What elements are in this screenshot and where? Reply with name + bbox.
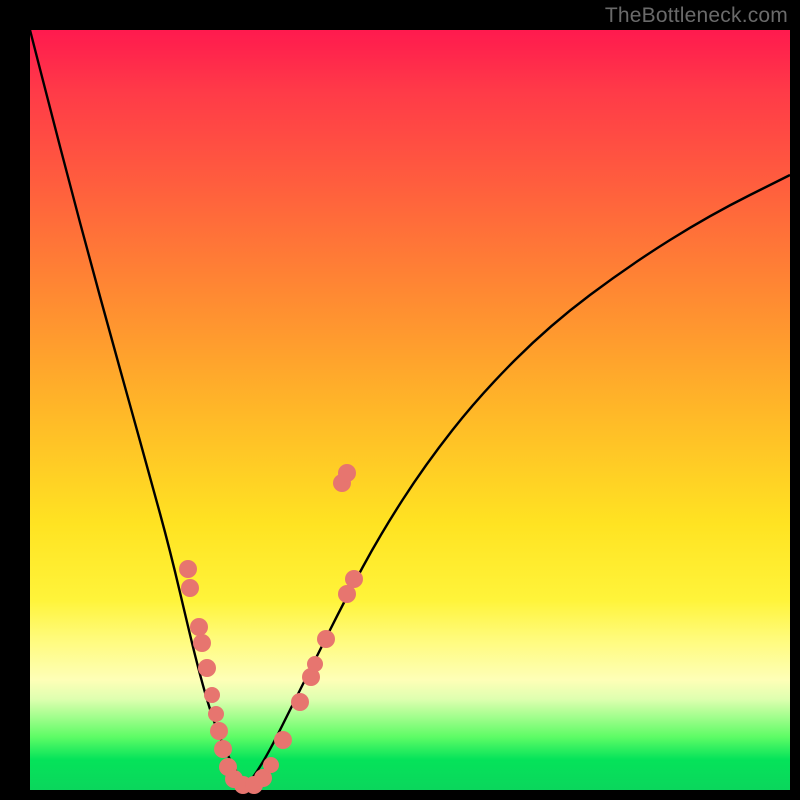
data-point: [214, 740, 232, 758]
data-point: [190, 618, 208, 636]
chart-frame: TheBottleneck.com: [0, 0, 800, 800]
data-point: [317, 630, 335, 648]
curve-svg: [30, 30, 790, 790]
curve-right-path: [245, 175, 790, 787]
data-point: [204, 687, 220, 703]
data-point: [210, 722, 228, 740]
data-point: [307, 656, 323, 672]
data-point: [181, 579, 199, 597]
data-point: [198, 659, 216, 677]
data-point: [338, 464, 356, 482]
data-point: [179, 560, 197, 578]
watermark-label: TheBottleneck.com: [605, 4, 788, 28]
scatter-group: [179, 464, 363, 794]
data-point: [208, 706, 224, 722]
data-point: [193, 634, 211, 652]
data-point: [291, 693, 309, 711]
data-point: [345, 570, 363, 588]
data-point: [263, 757, 279, 773]
plot-area: [30, 30, 790, 790]
data-point: [274, 731, 292, 749]
